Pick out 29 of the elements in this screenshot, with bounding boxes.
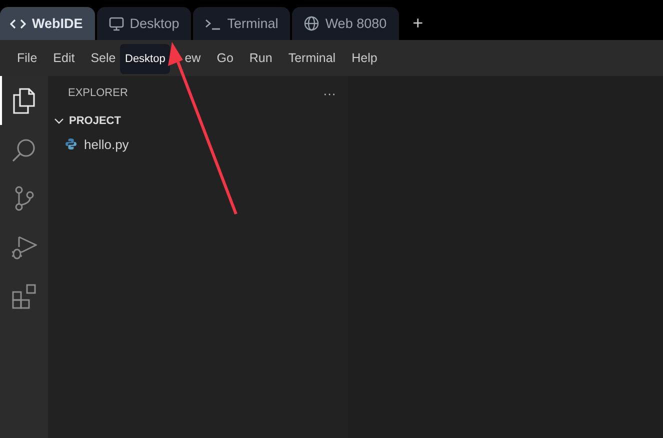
menu-item[interactable]: Sele: [90, 51, 116, 65]
menu-item[interactable]: ew: [184, 51, 201, 65]
python-icon: [65, 138, 77, 150]
explorer-title: EXPLORER: [68, 87, 128, 99]
tab[interactable]: Terminal: [193, 7, 290, 40]
tooltip: Desktop: [120, 44, 170, 74]
branch-icon: [14, 186, 34, 211]
tab[interactable]: Desktop: [96, 7, 192, 40]
globe-icon: [304, 16, 320, 31]
search-icon: [12, 138, 36, 162]
file-tree-item[interactable]: hello.py: [48, 132, 348, 156]
menu-item[interactable]: Help: [352, 51, 378, 65]
folder-item[interactable]: PROJECT: [48, 110, 348, 132]
files-icon: [12, 88, 36, 114]
extensions-icon: [12, 284, 36, 309]
monitor-icon: [108, 16, 124, 30]
new-tab-button[interactable]: +: [400, 7, 436, 40]
terminal-icon: [205, 18, 222, 30]
menu-item[interactable]: Edit: [53, 51, 75, 65]
tab[interactable]: Web 8080: [292, 7, 399, 40]
tab[interactable]: WebIDE: [0, 7, 95, 40]
code-icon: [10, 18, 26, 30]
menu-item[interactable]: Go: [216, 51, 234, 65]
run-debug-icon: [11, 235, 37, 260]
menu-item[interactable]: Terminal: [288, 51, 336, 65]
menu-item[interactable]: Run: [249, 51, 272, 65]
more-button[interactable]: ···: [323, 86, 336, 100]
menu-item[interactable]: File: [17, 51, 38, 65]
chevron-icon: [54, 118, 64, 124]
